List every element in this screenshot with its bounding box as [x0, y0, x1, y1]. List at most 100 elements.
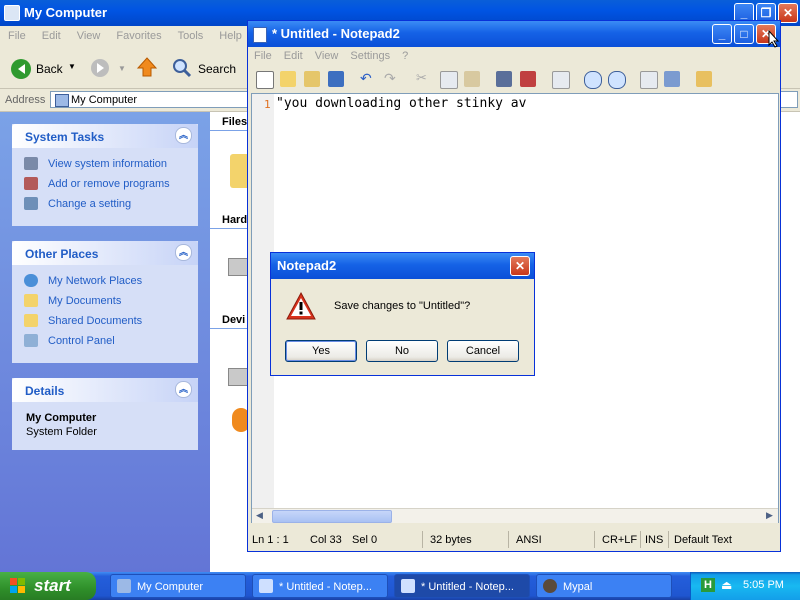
- notepad-icon: [253, 27, 267, 43]
- search-button[interactable]: Search: [166, 54, 236, 82]
- scroll-left-icon[interactable]: ◀: [256, 510, 263, 521]
- copy-icon[interactable]: [440, 71, 458, 89]
- computer-icon: [55, 94, 69, 107]
- status-scheme[interactable]: Default Text: [674, 534, 732, 546]
- menu-settings[interactable]: Settings: [344, 47, 396, 62]
- menu-edit[interactable]: Edit: [278, 47, 309, 62]
- no-button[interactable]: No: [366, 340, 438, 362]
- start-button[interactable]: start: [0, 572, 96, 600]
- replace-icon[interactable]: [520, 71, 536, 87]
- task-pane: System Tasks ︽ View system information A…: [0, 112, 210, 572]
- zoom-out-icon[interactable]: [608, 71, 626, 89]
- tray-h-icon[interactable]: H: [701, 578, 715, 592]
- windows-logo-icon: [10, 578, 25, 593]
- cancel-button[interactable]: Cancel: [447, 340, 519, 362]
- scrollbar-thumb[interactable]: [272, 510, 392, 523]
- close-button[interactable]: ✕: [510, 256, 530, 276]
- shared-folder-icon: [24, 314, 38, 327]
- notepad-toolbar: ↶ ↷ ✂: [248, 67, 780, 93]
- place-my-network-places[interactable]: My Network Places: [12, 271, 198, 291]
- line-number: 1: [264, 98, 271, 111]
- search-label: Search: [198, 62, 237, 76]
- chevron-down-icon[interactable]: ▼: [68, 62, 76, 71]
- goto-icon[interactable]: [552, 71, 570, 89]
- back-arrow-icon: [11, 59, 31, 79]
- link-label: View system information: [48, 158, 168, 170]
- divider: [210, 130, 250, 131]
- link-label: Add or remove programs: [48, 178, 170, 190]
- task-add-remove-programs[interactable]: Add or remove programs: [12, 174, 198, 194]
- window-title: * Untitled - Notepad2: [272, 26, 400, 41]
- scheme-icon[interactable]: [640, 71, 658, 89]
- taskbar-item-my-computer[interactable]: My Computer: [110, 574, 246, 598]
- forward-arrow-icon[interactable]: [90, 58, 110, 78]
- task-view-system-info[interactable]: View system information: [12, 154, 198, 174]
- notepad-icon: [401, 579, 415, 593]
- taskbar-item-mypal[interactable]: Mypal: [536, 574, 672, 598]
- redo-icon[interactable]: ↷: [384, 71, 400, 87]
- notepad-menu-bar: File Edit View Settings?: [248, 47, 780, 67]
- place-my-documents[interactable]: My Documents: [12, 291, 198, 311]
- exit-icon[interactable]: [696, 71, 712, 87]
- menu-help[interactable]: ?: [396, 47, 414, 62]
- mypal-icon: [543, 579, 557, 593]
- menu-view[interactable]: View: [69, 26, 109, 42]
- menu-file[interactable]: File: [248, 47, 278, 62]
- menu-file[interactable]: File: [0, 26, 34, 42]
- dialog-titlebar[interactable]: Notepad2 ✕: [271, 253, 534, 279]
- maximize-button[interactable]: □: [734, 24, 754, 44]
- open-folder-icon[interactable]: [280, 71, 296, 87]
- collapse-chevron-icon[interactable]: ︽: [175, 127, 192, 144]
- collapse-chevron-icon[interactable]: ︽: [175, 381, 192, 398]
- minimize-button[interactable]: _: [712, 24, 732, 44]
- menu-edit[interactable]: Edit: [34, 26, 69, 42]
- horizontal-scrollbar[interactable]: ◀ ▶: [252, 508, 778, 523]
- customize-scheme-icon[interactable]: [664, 71, 680, 87]
- task-label: Mypal: [563, 581, 593, 593]
- divider: [508, 531, 509, 548]
- place-shared-documents[interactable]: Shared Documents: [12, 311, 198, 331]
- menu-view[interactable]: View: [309, 47, 345, 62]
- divider: [594, 531, 595, 548]
- start-label: start: [34, 576, 71, 595]
- computer-icon: [4, 5, 20, 21]
- undo-icon[interactable]: ↶: [360, 71, 376, 87]
- taskbar-item-notepad-2[interactable]: * Untitled - Notep...: [394, 574, 530, 598]
- forward-dropdown-icon[interactable]: ▼: [118, 64, 126, 73]
- task-label: My Computer: [137, 581, 204, 593]
- menu-help[interactable]: Help: [211, 26, 250, 42]
- place-control-panel[interactable]: Control Panel: [12, 331, 198, 351]
- eject-icon[interactable]: ⏏: [721, 578, 732, 592]
- panel-header[interactable]: Other Places ︽: [12, 241, 198, 265]
- back-button[interactable]: Back ▼: [4, 54, 84, 82]
- scroll-right-icon[interactable]: ▶: [766, 510, 773, 521]
- menu-favorites[interactable]: Favorites: [108, 26, 169, 42]
- zoom-in-icon[interactable]: [584, 71, 602, 89]
- up-folder-icon[interactable]: [136, 56, 158, 78]
- cut-icon[interactable]: ✂: [416, 71, 432, 87]
- menu-tools[interactable]: Tools: [170, 26, 212, 42]
- status-encoding[interactable]: ANSI: [516, 534, 542, 546]
- panel-header[interactable]: Details ︽: [12, 378, 198, 402]
- other-places-panel: Other Places ︽ My Network Places My Docu…: [12, 241, 198, 363]
- yes-button[interactable]: Yes: [285, 340, 357, 362]
- notepad-titlebar[interactable]: * Untitled - Notepad2 _ □ ✕: [248, 21, 780, 47]
- find-icon[interactable]: [496, 71, 512, 87]
- programs-icon: [24, 177, 38, 190]
- taskbar-item-notepad-1[interactable]: * Untitled - Notep...: [252, 574, 388, 598]
- save-icon[interactable]: [328, 71, 344, 87]
- clock[interactable]: 5:05 PM: [743, 579, 784, 591]
- details-type: System Folder: [26, 426, 97, 438]
- editor-text[interactable]: "you downloading other stinky av: [276, 96, 526, 111]
- new-file-icon[interactable]: [256, 71, 274, 89]
- browse-icon[interactable]: [304, 71, 320, 87]
- status-line-ending[interactable]: CR+LF: [602, 534, 637, 546]
- task-change-setting[interactable]: Change a setting: [12, 194, 198, 214]
- dialog-title: Notepad2: [277, 258, 337, 273]
- save-changes-dialog: Notepad2 ✕ Save changes to "Untitled"? Y…: [270, 252, 535, 376]
- close-button[interactable]: ✕: [778, 3, 798, 23]
- taskbar: start My Computer * Untitled - Notep... …: [0, 572, 800, 600]
- paste-icon[interactable]: [464, 71, 480, 87]
- collapse-chevron-icon[interactable]: ︽: [175, 244, 192, 261]
- panel-header[interactable]: System Tasks ︽: [12, 124, 198, 148]
